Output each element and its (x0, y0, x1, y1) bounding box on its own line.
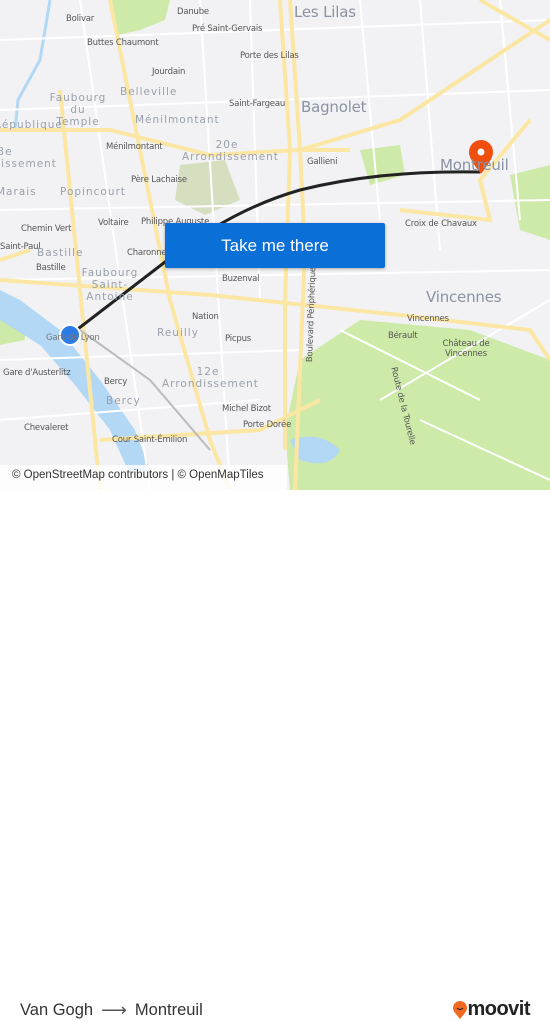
footer-bar: Van Gogh ⟶ Montreuil moovit (0, 490, 550, 1020)
map-label: Croix de Chavaux (405, 219, 477, 229)
map-label: Saint-Paul (0, 242, 41, 252)
buttes-chaumont-park (112, 0, 170, 35)
district-label: Ménilmontant (135, 114, 220, 126)
map-label: Bérault (388, 331, 418, 341)
map-label: Danube (177, 7, 209, 17)
map-label: Gare d'Austerlitz (3, 368, 71, 378)
district-label: Popincourt (60, 186, 126, 198)
district-label: 3e Arrondissement (0, 146, 57, 170)
map-label: Bastille (36, 263, 66, 273)
moovit-logo[interactable]: moovit (453, 998, 530, 1021)
seine-river (0, 290, 150, 475)
take-me-there-button[interactable]: Take me there (165, 223, 385, 268)
map-label: Père Lachaise (131, 175, 187, 185)
map-label: Chevaleret (24, 423, 69, 433)
map-label: Voltaire (98, 218, 129, 228)
map-label: Gallieni (307, 157, 338, 167)
map-label: Cour Saint-Émilion (112, 435, 188, 445)
district-label: Bastille (37, 247, 84, 259)
canal (13, 0, 52, 131)
origin-name: Van Gogh (20, 1001, 94, 1019)
map[interactable]: Bolivar Danube Pré Saint-Gervais Buttes … (0, 0, 550, 490)
destination-name: Montreuil (134, 1001, 203, 1019)
city-label: Les Lilas (294, 3, 356, 21)
district-label: Marais (0, 186, 37, 198)
map-label: Bolivar (66, 14, 95, 24)
bois-de-vincennes (285, 320, 550, 490)
district-label: Belleville (120, 86, 178, 98)
map-label: Buttes Chaumont (87, 38, 159, 48)
arrow-right-icon: ⟶ (101, 1000, 127, 1020)
district-label: Reuilly (157, 327, 199, 339)
moovit-pin-icon (453, 1000, 468, 1019)
map-label: Charonne (127, 248, 167, 258)
city-label: Bagnolet (301, 98, 367, 116)
map-label: Pré Saint-Gervais (192, 24, 263, 34)
map-label: Picpus (225, 334, 251, 344)
district-label: 12e Arrondissement (162, 366, 259, 390)
city-label: Montreuil (440, 156, 509, 174)
map-label: Michel Bizot (222, 404, 271, 414)
map-label: Vincennes (407, 314, 449, 324)
map-label: Nation (192, 312, 219, 322)
district-label: Bercy (106, 395, 141, 407)
map-label: Porte Dorée (243, 420, 292, 430)
map-label: Buzenval (222, 274, 260, 284)
map-label: Porte des Lilas (240, 51, 299, 61)
map-label: Bercy (104, 377, 128, 387)
map-label: Ménilmontant (106, 142, 163, 152)
map-label: Saint-Fargeau (229, 99, 286, 109)
map-label: Château de Vincennes (442, 339, 490, 359)
brand-name: moovit (467, 998, 530, 1020)
map-label: Chemin Vert (21, 224, 72, 234)
city-label: Vincennes (426, 288, 502, 306)
district-label: République (0, 119, 63, 131)
route-summary: Van Gogh ⟶ Montreuil (20, 1000, 203, 1021)
district-label: 20e Arrondissement (182, 139, 279, 163)
map-label: Jourdain (152, 67, 186, 77)
district-label: Faubourg Saint-Antoine (81, 267, 139, 303)
map-label: Gare de Lyon (46, 333, 100, 343)
map-attribution[interactable]: © OpenStreetMap contributors | © OpenMap… (0, 465, 287, 490)
